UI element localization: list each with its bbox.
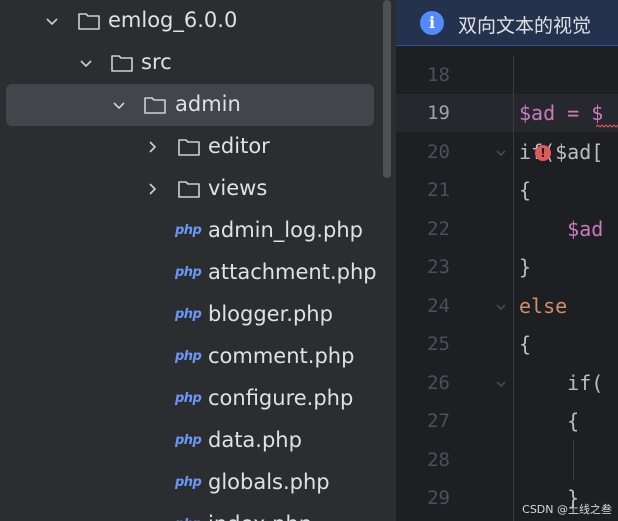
chevron-down-icon[interactable] — [111, 97, 127, 113]
tree-item-label: index.php — [208, 512, 312, 521]
php-file-icon: php — [175, 307, 202, 322]
tree-item-index-php[interactable]: php index.php — [0, 504, 380, 521]
folder-icon — [177, 179, 201, 199]
tree-item-label: data.php — [208, 428, 302, 452]
error-icon[interactable]: ! — [535, 145, 551, 161]
php-file-icon: php — [175, 265, 202, 280]
banner-text: 双向文本的视觉 — [458, 15, 592, 37]
line-number: 27 — [427, 410, 450, 432]
chevron-right-icon[interactable] — [144, 181, 160, 197]
tree-item-admin-log-php[interactable]: php admin_log.php — [0, 210, 380, 252]
folder-icon — [110, 53, 134, 73]
code-line: $ad = $ — [519, 101, 604, 125]
tree-item-globals-php[interactable]: php globals.php — [0, 462, 380, 504]
folder-icon — [143, 95, 167, 115]
code-editor[interactable]: i 双向文本的视觉 18 19 20 21 22 23 24 25 26 27 … — [396, 0, 618, 521]
code-line: { — [519, 409, 580, 433]
gutter-separator — [513, 56, 514, 521]
tree-item-label: attachment.php — [208, 260, 377, 284]
watermark: CSDN @上线之叁 — [522, 503, 612, 516]
chevron-down-icon[interactable] — [44, 13, 60, 29]
code-line: $ad — [519, 217, 604, 241]
project-tree[interactable]: emlog_6.0.0 src admin editor views php a… — [0, 0, 380, 521]
line-number: 26 — [427, 372, 450, 394]
line-number: 23 — [427, 256, 450, 278]
tree-item-comment-php[interactable]: php comment.php — [0, 336, 380, 378]
tree-item-label: comment.php — [208, 344, 355, 368]
fold-marker-icon[interactable] — [494, 376, 508, 390]
error-squiggle — [596, 124, 618, 128]
line-number: 24 — [427, 295, 450, 317]
tree-item-views[interactable]: views — [0, 168, 380, 210]
line-number: 20 — [427, 141, 450, 163]
php-file-icon: php — [175, 391, 202, 406]
code-line: if( — [519, 371, 604, 395]
code-line: } — [519, 255, 532, 279]
tree-item-label: editor — [208, 134, 270, 158]
folder-icon — [177, 137, 201, 157]
php-file-icon: php — [175, 517, 205, 521]
line-number: 21 — [427, 179, 450, 201]
info-icon: i — [420, 11, 444, 35]
tree-item-label: configure.php — [208, 386, 354, 410]
tree-item-src[interactable]: src — [0, 42, 380, 84]
code-line: else — [519, 294, 568, 318]
tree-scrollbar[interactable] — [380, 0, 394, 521]
tree-item-label: admin — [175, 92, 241, 116]
line-number: 19 — [427, 102, 450, 124]
tree-item-configure-php[interactable]: php configure.php — [0, 378, 380, 420]
indent-guide — [573, 440, 574, 480]
line-number: 22 — [427, 218, 450, 240]
line-number: 29 — [427, 487, 450, 509]
tree-item-label: admin_log.php — [208, 218, 363, 242]
chevron-right-icon[interactable] — [144, 139, 160, 155]
line-number: 28 — [427, 449, 450, 471]
tree-item-editor[interactable]: editor — [0, 126, 380, 168]
fold-marker-icon[interactable] — [494, 145, 508, 159]
tree-item-blogger-php[interactable]: php blogger.php — [0, 294, 380, 336]
code-line: if($ad[ — [519, 140, 604, 164]
tree-item-label: globals.php — [208, 470, 330, 494]
tree-item-label: blogger.php — [208, 302, 333, 326]
scrollbar-thumb[interactable] — [383, 0, 391, 178]
fold-marker-icon[interactable] — [494, 299, 508, 313]
php-file-icon: php — [175, 475, 202, 490]
tree-item-admin[interactable]: admin — [0, 84, 380, 126]
php-file-icon: php — [175, 433, 202, 448]
code-line: { — [519, 178, 532, 202]
line-number: 25 — [427, 333, 450, 355]
tree-item-label: src — [141, 50, 172, 74]
tree-item-data-php[interactable]: php data.php — [0, 420, 380, 462]
chevron-down-icon[interactable] — [78, 55, 94, 71]
line-number: 18 — [427, 64, 450, 86]
tree-item-attachment-php[interactable]: php attachment.php — [0, 252, 380, 294]
notification-banner: i 双向文本的视觉 — [396, 0, 618, 46]
tree-item-emlog[interactable]: emlog_6.0.0 — [0, 0, 380, 42]
tree-item-label: views — [208, 176, 268, 200]
folder-icon — [77, 11, 101, 31]
php-file-icon: php — [175, 223, 202, 238]
php-file-icon: php — [175, 349, 202, 364]
tree-item-label: emlog_6.0.0 — [108, 8, 238, 32]
code-line: { — [519, 332, 532, 356]
